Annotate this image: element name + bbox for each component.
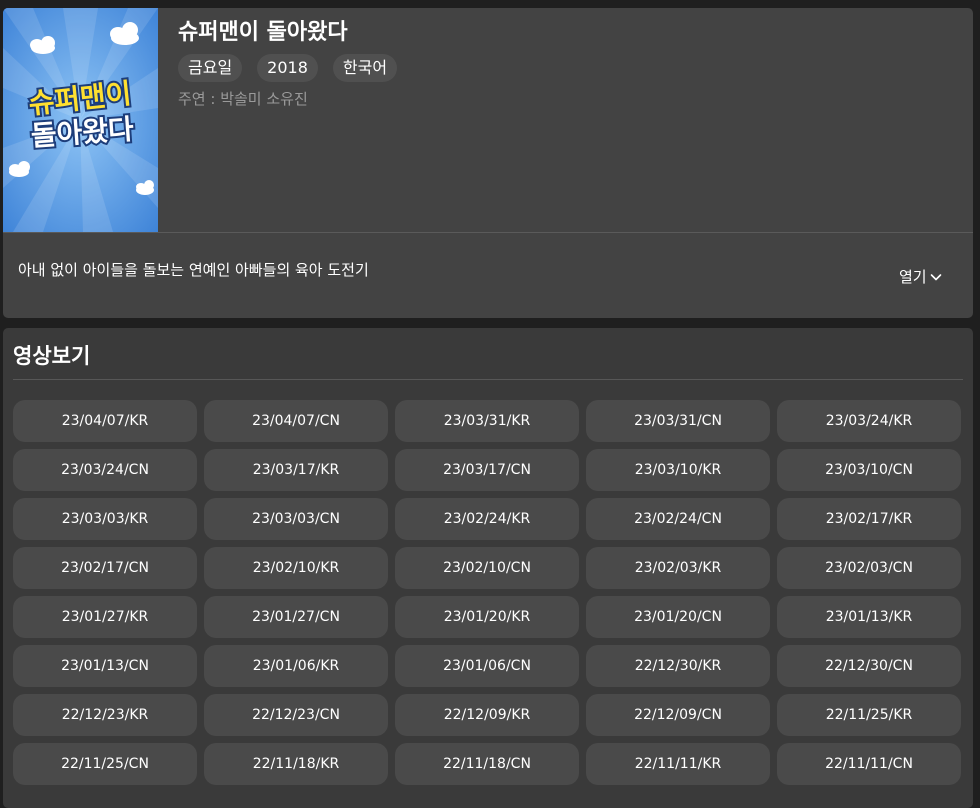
episode-button[interactable]: 22/11/18/CN [395,743,579,785]
episode-button[interactable]: 23/02/03/CN [777,547,961,589]
episode-button[interactable]: 22/11/11/KR [586,743,770,785]
episode-button[interactable]: 22/11/25/KR [777,694,961,736]
episode-button[interactable]: 23/02/10/CN [395,547,579,589]
tag-language: 한국어 [332,54,398,82]
episode-button[interactable]: 23/01/27/CN [204,596,388,638]
episode-button[interactable]: 23/02/03/KR [586,547,770,589]
episode-button[interactable]: 23/01/27/KR [13,596,197,638]
expand-synopsis-button[interactable]: 열기 [899,266,942,287]
episode-button[interactable]: 23/04/07/KR [13,400,197,442]
episode-button[interactable]: 23/01/06/CN [395,645,579,687]
chevron-down-icon [930,273,941,280]
episode-button[interactable]: 22/12/23/KR [13,694,197,736]
episode-button[interactable]: 23/03/03/CN [204,498,388,540]
show-synopsis: 아내 없이 아이들을 돌보는 연예인 아빠들의 육아 도전기 [18,261,369,279]
episode-button[interactable]: 22/12/23/CN [204,694,388,736]
episode-button[interactable]: 23/04/07/CN [204,400,388,442]
episode-button[interactable]: 23/01/20/KR [395,596,579,638]
episode-button[interactable]: 22/12/30/CN [777,645,961,687]
episode-button[interactable]: 23/03/31/CN [586,400,770,442]
episode-button[interactable]: 23/03/31/KR [395,400,579,442]
episode-button[interactable]: 23/03/17/KR [204,449,388,491]
episode-button[interactable]: 23/03/17/CN [395,449,579,491]
tag-day: 금요일 [178,54,243,82]
episode-button[interactable]: 23/01/13/KR [777,596,961,638]
episode-button[interactable]: 23/01/13/CN [13,645,197,687]
episode-button[interactable]: 22/11/25/CN [13,743,197,785]
episode-button[interactable]: 23/02/24/CN [586,498,770,540]
section-title: 영상보기 [13,344,91,368]
episode-button[interactable]: 23/02/10/KR [204,547,388,589]
show-tags: 금요일 2018 한국어 [178,54,398,82]
episode-button[interactable]: 23/02/17/KR [777,498,961,540]
episode-button[interactable]: 22/12/09/CN [586,694,770,736]
episode-button[interactable]: 22/11/18/KR [204,743,388,785]
episode-button[interactable]: 23/03/03/KR [13,498,197,540]
show-poster: 슈퍼맨이 돌아왔다 [3,8,158,232]
episode-grid: 23/04/07/KR 23/04/07/CN 23/03/31/KR 23/03/3… [13,400,965,785]
show-cast: 주연 : 박솔미 소유진 [178,90,308,108]
poster-artwork: 슈퍼맨이 돌아왔다 [3,8,158,232]
episode-button[interactable]: 23/03/10/KR [586,449,770,491]
info-divider [3,232,973,233]
episode-button[interactable]: 23/02/24/KR [395,498,579,540]
video-list-card: 영상보기 23/04/07/KR 23/04/07/CN 23/03/31/KR 23… [3,328,973,808]
show-info-card: 슈퍼맨이 돌아왔다 슈퍼맨이 돌아왔다 금요일 2018 한국어 주연 : 박솔… [3,8,973,318]
episode-button[interactable]: 22/12/30/KR [586,645,770,687]
episode-button[interactable]: 22/11/11/CN [777,743,961,785]
episode-button[interactable]: 23/02/17/CN [13,547,197,589]
episode-button[interactable]: 22/12/09/KR [395,694,579,736]
episode-button[interactable]: 23/03/10/CN [777,449,961,491]
show-title: 슈퍼맨이 돌아왔다 [178,20,348,45]
episode-button[interactable]: 23/03/24/KR [777,400,961,442]
episode-button[interactable]: 23/01/20/CN [586,596,770,638]
section-divider [13,379,963,380]
episode-button[interactable]: 23/01/06/KR [204,645,388,687]
expand-label: 열기 [899,268,927,286]
episode-button[interactable]: 23/03/24/CN [13,449,197,491]
tag-year: 2018 [257,54,318,82]
